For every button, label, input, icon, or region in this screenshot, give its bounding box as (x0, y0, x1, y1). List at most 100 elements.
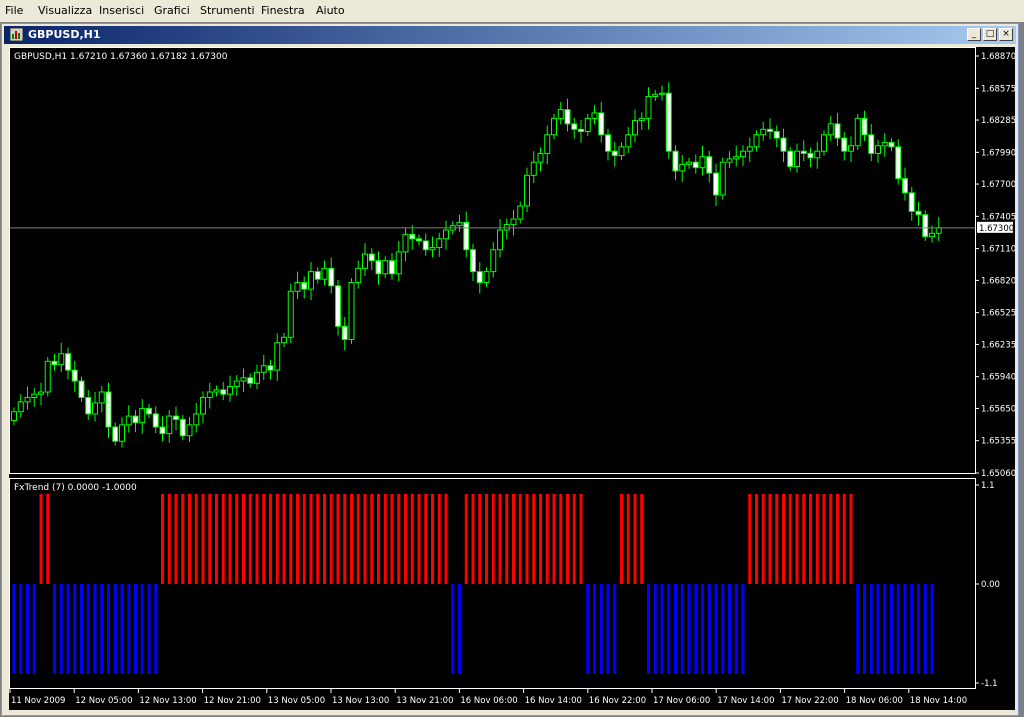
time-tick-label: 12 Nov 21:00 (204, 696, 261, 706)
bull-candle (254, 371, 260, 384)
bear-candle (787, 150, 794, 168)
indicator-bar-up (552, 494, 556, 584)
indicator-bar-down (120, 584, 124, 674)
indicator-bar-up (579, 494, 583, 584)
bear-candle (146, 407, 152, 415)
window-titlebar[interactable]: GBPUSD,H1 _ □ × (4, 26, 1016, 44)
bull-candle (119, 424, 125, 442)
maximize-button[interactable]: □ (983, 28, 997, 41)
bull-candle (875, 145, 881, 154)
indicator-bar-up (208, 494, 212, 584)
price-tick-label: 1.67990 (981, 148, 1015, 158)
chart-area[interactable]: GBPUSD,H1 1.67210 1.67360 1.67182 1.6730… (9, 47, 1016, 710)
bull-candle (551, 117, 557, 136)
price-tick-label: 1.68870 (981, 52, 1015, 62)
indicator-bar-up (410, 494, 414, 584)
bull-candle (929, 232, 935, 238)
menu-strumenti[interactable]: Strumenti (200, 4, 255, 17)
bull-candle (193, 413, 200, 426)
price-tick-label: 1.65355 (981, 437, 1015, 447)
bear-candle (179, 418, 186, 437)
menu-finestra[interactable]: Finestra (261, 4, 305, 17)
indicator-bar-up (404, 494, 407, 584)
price-tick-label: 1.68285 (981, 116, 1015, 126)
bull-candle (240, 377, 247, 382)
bear-candle (78, 380, 85, 398)
indicator-bar-up (431, 494, 434, 584)
bear-candle (416, 238, 422, 242)
bull-candle (44, 360, 51, 393)
price-tick-label: 1.65060 (981, 469, 1015, 479)
bull-candle (760, 128, 767, 136)
indicator-bar-up (795, 494, 799, 584)
bear-candle (564, 109, 571, 125)
indicator-bar-down (734, 584, 738, 674)
bull-candle (38, 391, 44, 395)
bull-candle (827, 123, 834, 136)
indicator-bar-down (586, 584, 590, 674)
bull-candle (497, 229, 503, 251)
bear-candle (389, 260, 395, 275)
bear-candle (571, 123, 578, 130)
bull-candle (287, 290, 294, 338)
bear-candle (476, 271, 483, 284)
indicator-bar-down (890, 584, 893, 674)
indicator-bar-up (545, 494, 549, 584)
indicator-bar-up (350, 494, 353, 584)
menu-grafici[interactable]: Grafici (154, 4, 190, 17)
menu-inserisci[interactable]: Inserisci (99, 4, 144, 17)
menu-visualizza[interactable]: Visualizza (38, 4, 92, 17)
bull-candle (321, 267, 328, 280)
indicator-bar-down (917, 584, 920, 674)
indicator-bar-down (856, 584, 860, 674)
indicator-bar-up (167, 494, 171, 584)
time-tick-label: 16 Nov 06:00 (460, 696, 517, 706)
indicator-bar-down (458, 584, 461, 674)
bull-candle (308, 271, 314, 290)
indicator-bar-down (86, 584, 90, 674)
bull-candle (483, 271, 490, 284)
indicator-bar-up (181, 494, 185, 584)
time-tick-label: 12 Nov 05:00 (75, 696, 132, 706)
bear-candle (895, 146, 902, 180)
bear-candle (672, 150, 679, 172)
indicator-bar-down (741, 584, 745, 674)
menu-file[interactable]: File (5, 4, 23, 17)
bear-candle (692, 161, 699, 169)
indicator-bar-up (620, 494, 623, 584)
bull-candle (848, 145, 854, 152)
current-price-label: 1.67300 (979, 224, 1014, 234)
bull-candle (794, 150, 800, 168)
indicator-bar-up (626, 494, 630, 584)
bull-candle (699, 156, 706, 169)
minimize-button[interactable]: _ (967, 28, 981, 41)
indicator-tick-label: -1.1 (981, 679, 998, 689)
bear-candle (611, 150, 618, 157)
bull-candle (490, 249, 497, 273)
bear-candle (578, 128, 584, 133)
bear-candle (152, 413, 159, 428)
indicator-bar-down (606, 584, 610, 674)
price-tick-label: 1.68575 (981, 84, 1015, 94)
bull-candle (24, 396, 31, 403)
bear-candle (598, 112, 605, 136)
menu-aiuto[interactable]: Aiuto (316, 4, 345, 17)
bear-candle (267, 365, 274, 371)
time-tick-label: 18 Nov 14:00 (910, 696, 967, 706)
bull-candle (436, 238, 443, 249)
indicator-bar-up (377, 494, 380, 584)
indicator-bar-up (809, 494, 812, 584)
bull-candle (186, 424, 193, 437)
bull-candle (233, 380, 240, 388)
indicator-bar-up (390, 494, 394, 584)
bull-candle (645, 95, 652, 119)
indicator-bar-down (923, 584, 927, 674)
indicator-bar-up (775, 494, 779, 584)
chart-canvas[interactable]: GBPUSD,H1 1.67210 1.67360 1.67182 1.6730… (9, 47, 1016, 710)
close-button[interactable]: × (999, 28, 1013, 41)
indicator-bar-down (660, 584, 664, 674)
bear-candle (902, 178, 908, 194)
indicator-bar-up (46, 494, 50, 584)
indicator-bar-down (73, 584, 77, 674)
bear-candle (375, 260, 382, 275)
